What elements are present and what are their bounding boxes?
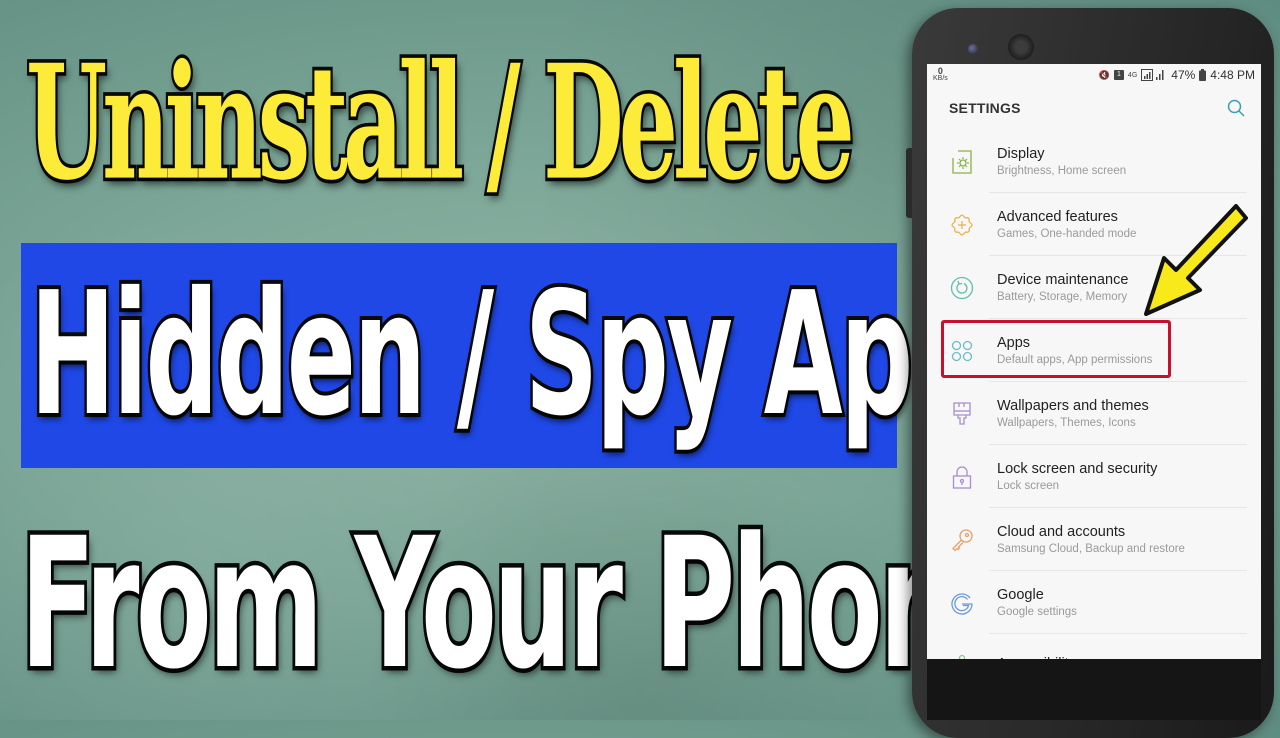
- page-title: SETTINGS: [949, 100, 1021, 116]
- clock: 4:48 PM: [1210, 68, 1255, 82]
- settings-item-label: Display: [997, 146, 1045, 162]
- front-camera-icon: [968, 44, 978, 54]
- settings-item-subtitle: Lock screen: [997, 480, 1060, 492]
- search-icon[interactable]: [1227, 99, 1245, 117]
- phone-side-button: [906, 148, 912, 218]
- gear-plus-icon: [949, 212, 975, 238]
- settings-item-cloud-accounts[interactable]: Cloud and accounts Samsung Cloud, Backup…: [927, 508, 1261, 571]
- google-g-icon: [949, 590, 975, 616]
- headline-from-your-phone: From Your Phone: [17, 496, 1032, 714]
- key-icon: [949, 527, 975, 553]
- settings-item-google[interactable]: Google Google settings: [927, 571, 1261, 634]
- yellow-arrow-icon: [1144, 204, 1248, 316]
- phone-sensor: [1008, 34, 1034, 60]
- net-speed-unit: KB/s: [933, 75, 948, 82]
- battery-percent: 47%: [1171, 68, 1196, 82]
- sim-icon: 1: [1113, 70, 1124, 80]
- settings-item-label: Device maintenance: [997, 272, 1129, 288]
- status-bar: 0 KB/s 🔇 1 4G 47% 4:48 PM: [927, 64, 1261, 86]
- settings-item-accessibility[interactable]: Accessibility: [927, 634, 1261, 659]
- settings-item-display[interactable]: Display Brightness, Home screen: [927, 130, 1261, 193]
- settings-item-subtitle: Battery, Storage, Memory: [997, 291, 1128, 303]
- signal-icon: [1141, 69, 1164, 81]
- paintbrush-icon: [949, 401, 975, 427]
- settings-item-label: Wallpapers and themes: [997, 398, 1149, 414]
- settings-item-lock-screen-security[interactable]: Lock screen and security Lock screen: [927, 445, 1261, 508]
- settings-item-subtitle: Games, One-handed mode: [997, 228, 1137, 240]
- settings-app-bar: SETTINGS: [927, 86, 1261, 130]
- apps-highlight-box: [941, 320, 1171, 378]
- battery-icon: [1199, 69, 1207, 81]
- net-speed-value: 0: [937, 66, 943, 76]
- lock-icon: [949, 464, 975, 490]
- settings-item-label: Cloud and accounts: [997, 524, 1126, 540]
- vibrate-mute-icon: 🔇: [1098, 69, 1110, 80]
- net-speed: 0 KB/s: [933, 66, 948, 83]
- phone-chin: [927, 659, 1261, 720]
- refresh-circle-icon: [949, 275, 975, 301]
- headline-uninstall-delete: Uninstall / Delete: [24, 27, 857, 219]
- network-type-icon: 4G: [1127, 71, 1138, 79]
- settings-item-subtitle: Samsung Cloud, Backup and restore: [997, 543, 1185, 555]
- settings-item-subtitle: Brightness, Home screen: [997, 165, 1127, 177]
- display-brightness-icon: [949, 149, 975, 175]
- headline-hidden-spy-apps: Hidden / Spy Apps: [28, 252, 1045, 458]
- settings-item-label: Lock screen and security: [997, 461, 1158, 477]
- settings-item-wallpapers-themes[interactable]: Wallpapers and themes Wallpapers, Themes…: [927, 382, 1261, 445]
- settings-item-subtitle: Wallpapers, Themes, Icons: [997, 417, 1136, 429]
- settings-item-label: Google: [997, 587, 1044, 603]
- settings-item-label: Advanced features: [997, 209, 1118, 225]
- settings-item-subtitle: Google settings: [997, 606, 1077, 618]
